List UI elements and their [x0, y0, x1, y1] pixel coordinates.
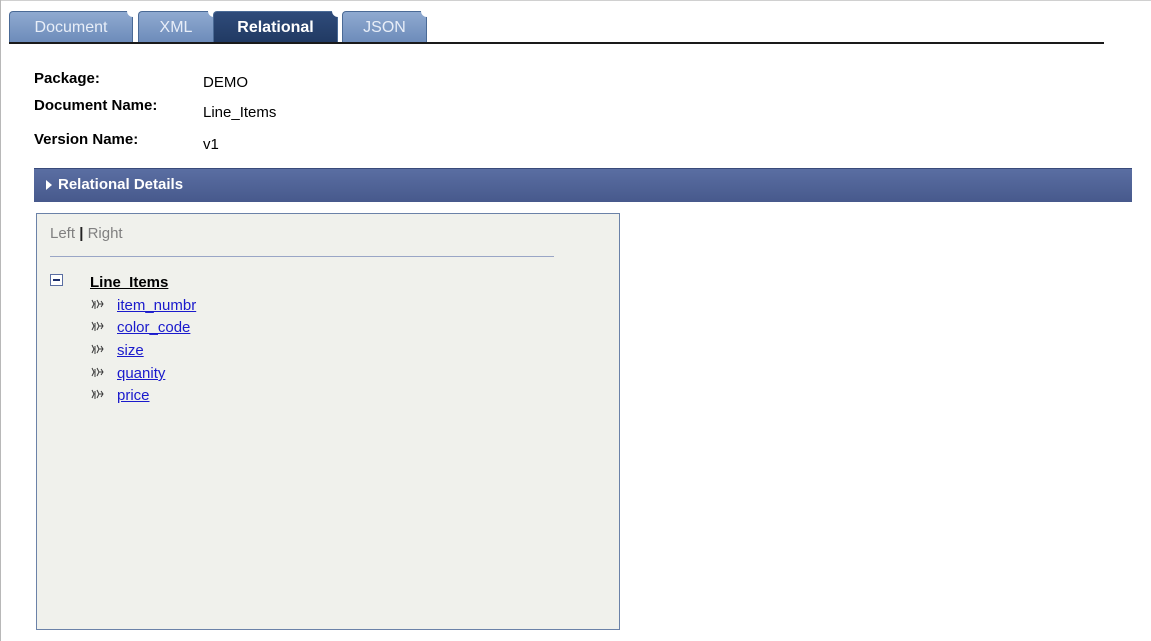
element-node-icon: [91, 321, 104, 331]
left-right-toggle: Left | Right: [50, 225, 123, 242]
collapse-icon[interactable]: [50, 274, 63, 286]
document-name-value: Line_Items: [203, 104, 277, 121]
tab-bar-underline: [9, 42, 1104, 44]
relational-details-section-header[interactable]: Relational Details: [34, 168, 1132, 202]
tree-node-link[interactable]: quanity: [117, 365, 165, 382]
tab-document-label: Document: [34, 19, 108, 36]
relational-tree-panel: Left | Right Line_Items item_numbr color…: [36, 213, 620, 630]
tree-root-line-items[interactable]: Line_Items: [90, 274, 168, 291]
element-node-icon: [91, 344, 104, 354]
tab-xml-label: XML: [159, 19, 193, 36]
expand-arrow-icon: [46, 180, 52, 190]
document-name-label: Document Name:: [34, 97, 158, 114]
tab-relational[interactable]: Relational: [213, 11, 338, 42]
tab-document[interactable]: Document: [9, 11, 133, 42]
tab-json-label: JSON: [363, 19, 406, 36]
panel-divider: [50, 256, 554, 257]
left-link[interactable]: Left: [50, 225, 75, 242]
tree-node-link[interactable]: item_numbr: [117, 297, 196, 314]
window-top-border: [0, 0, 1151, 1]
tree-node-link[interactable]: size: [117, 342, 144, 359]
version-name-value: v1: [203, 136, 219, 153]
relational-details-title: Relational Details: [58, 176, 184, 193]
element-node-icon: [91, 299, 104, 309]
right-link[interactable]: Right: [88, 225, 123, 242]
tree-node-link[interactable]: color_code: [117, 319, 190, 336]
package-label: Package:: [34, 70, 100, 87]
package-value: DEMO: [203, 74, 248, 91]
element-node-icon: [91, 389, 104, 399]
left-right-separator: |: [79, 225, 84, 242]
tab-relational-label: Relational: [237, 19, 314, 36]
tree-node-link[interactable]: price: [117, 387, 150, 404]
version-name-label: Version Name:: [34, 131, 139, 148]
tab-json[interactable]: JSON: [342, 11, 427, 42]
window-left-border: [0, 0, 1, 641]
element-node-icon: [91, 367, 104, 377]
tab-xml[interactable]: XML: [138, 11, 214, 42]
